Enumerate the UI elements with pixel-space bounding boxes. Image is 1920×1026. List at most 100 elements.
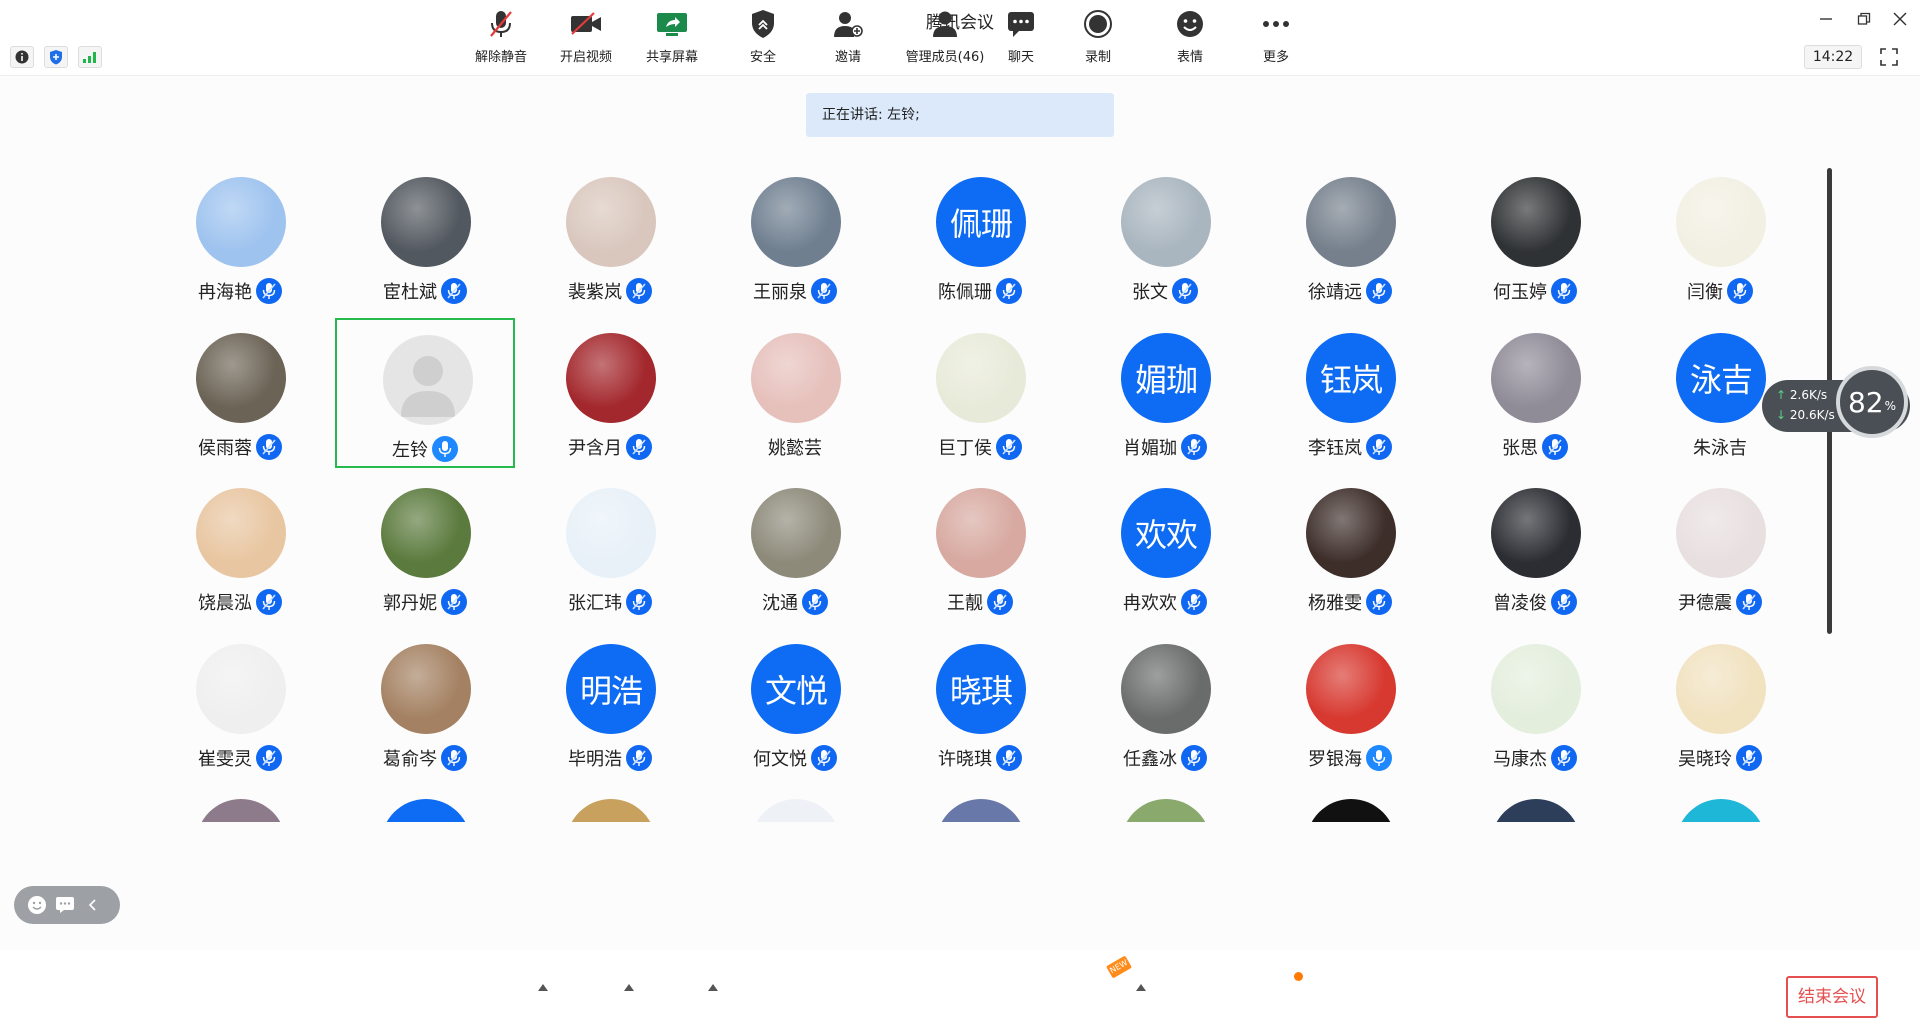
participant-tile[interactable] — [1260, 784, 1440, 822]
video-options-button[interactable] — [622, 980, 636, 994]
chat-button[interactable]: 聊天 — [981, 8, 1061, 72]
participant-tile[interactable]: 媚珈 肖媚珈 — [1075, 318, 1255, 468]
participant-tile[interactable]: 罗银海 — [1260, 629, 1440, 779]
participant-name-row: 许晓琪 — [890, 744, 1070, 771]
participant-tile[interactable]: 宦杜斌 — [335, 162, 515, 312]
mic-muted-icon — [262, 438, 276, 455]
participant-tile[interactable]: 王靓 — [890, 473, 1070, 623]
participant-tile[interactable] — [890, 784, 1070, 822]
participant-tile[interactable]: 佩珊 陈佩珊 — [890, 162, 1070, 312]
participant-tile[interactable]: 葛俞岑 — [335, 629, 515, 779]
participant-tile[interactable] — [1630, 784, 1810, 822]
participant-name-row: 左铃 — [337, 435, 513, 462]
unmute-button[interactable]: 解除静音 — [461, 8, 541, 72]
add-person-icon — [834, 12, 863, 37]
participant-tile[interactable]: 何玉婷 — [1445, 162, 1625, 312]
participant-tile[interactable]: 冉海艳 — [150, 162, 330, 312]
participant-tile[interactable]: 吴晓玲 — [1630, 629, 1810, 779]
participant-name: 左铃 — [392, 439, 428, 461]
participant-mic-status — [1736, 744, 1762, 771]
start-video-button[interactable]: 开启视频 — [546, 8, 626, 72]
participant-name: 罗银海 — [1308, 748, 1362, 770]
participant-name: 沈通 — [762, 593, 798, 614]
participant-tile[interactable] — [335, 784, 515, 822]
default-user-icon — [401, 355, 455, 417]
fullscreen-button[interactable] — [1876, 45, 1902, 69]
security-status-button[interactable] — [44, 46, 68, 68]
participant-name-row: 王靓 — [890, 589, 1070, 615]
avatar — [1676, 177, 1766, 267]
end-meeting-button[interactable]: 结束会议 — [1786, 976, 1878, 1018]
participant-tile[interactable]: 张思 — [1445, 318, 1625, 468]
meeting-info-button[interactable] — [10, 46, 34, 68]
participant-tile[interactable]: 钰岚 李钰岚 — [1260, 318, 1440, 468]
participant-tile[interactable]: 马康杰 — [1445, 629, 1625, 779]
participant-tile[interactable]: 裴紫岚 — [520, 162, 700, 312]
participant-tile[interactable]: 徐靖远 — [1260, 162, 1440, 312]
participant-tile[interactable]: 闫衡 — [1630, 162, 1810, 312]
unmute-label: 解除静音 — [474, 50, 527, 65]
participant-tile[interactable]: 任鑫冰 — [1075, 629, 1255, 779]
avatar-initials: 钰岚 — [1319, 360, 1383, 399]
participant-tile[interactable]: 姚懿芸 — [705, 318, 885, 468]
participant-mic-status — [626, 744, 652, 771]
participant-name-row: 闫衡 — [1630, 278, 1810, 304]
mic-muted-icon — [1557, 749, 1571, 766]
record-options-button[interactable] — [1134, 980, 1148, 994]
participant-tile[interactable]: 文悦 何文悦 — [705, 629, 885, 779]
manage-members-label: 管理成员(46) — [905, 50, 985, 65]
record-label: 录制 — [1084, 50, 1111, 65]
cpu-usage-gauge[interactable]: 82 % — [1836, 366, 1908, 438]
avatar — [1121, 799, 1211, 822]
participant-tile[interactable]: 沈通 — [705, 473, 885, 623]
participant-tile[interactable]: 张文 — [1075, 162, 1255, 312]
participant-tile[interactable]: 杨雅雯 — [1260, 473, 1440, 623]
avatar — [383, 334, 473, 425]
minimize-button[interactable] — [1806, 4, 1846, 34]
emoji-button[interactable] — [26, 894, 48, 916]
participant-tile[interactable]: 尹含月 — [520, 318, 700, 468]
more-button[interactable]: 更多 — [1236, 8, 1316, 72]
participant-tile[interactable]: 明浩 毕明浩 — [520, 629, 700, 779]
restore-button[interactable] — [1844, 4, 1884, 34]
participant-name-row: 李钰岚 — [1260, 433, 1440, 460]
avatar — [196, 488, 286, 578]
record-button[interactable]: 录制 — [1058, 8, 1138, 72]
collapse-button[interactable] — [82, 894, 104, 916]
chat-bubble-button[interactable] — [54, 894, 76, 916]
participant-tile[interactable] — [1445, 784, 1625, 822]
participant-mic-status — [987, 589, 1013, 615]
security-button[interactable]: 安全 — [723, 8, 803, 72]
avatar — [196, 643, 286, 734]
participant-tile[interactable] — [705, 784, 885, 822]
manage-members-button[interactable]: 管理成员(46) — [895, 8, 995, 72]
participant-tile[interactable] — [520, 784, 700, 822]
participant-tile[interactable] — [1075, 784, 1255, 822]
invite-button[interactable]: 邀请 — [808, 8, 888, 72]
share-options-button[interactable] — [706, 980, 720, 994]
participant-tile[interactable]: 欢欢 冉欢欢 — [1075, 473, 1255, 623]
participant-tile[interactable]: 饶晨泓 — [150, 473, 330, 623]
share-screen-button[interactable]: 共享屏幕 — [632, 8, 712, 72]
avatar-initials: 文悦 — [764, 671, 828, 710]
participant-tile[interactable]: 巨丁侯 — [890, 318, 1070, 468]
participant-tile[interactable]: 曾凌俊 — [1445, 473, 1625, 623]
bottom-toolbar — [0, 950, 1920, 1026]
participant-tile[interactable]: 晓琪 许晓琪 — [890, 629, 1070, 779]
caret-up-icon — [538, 983, 548, 991]
participant-tile[interactable]: 侯雨蓉 — [150, 318, 330, 468]
mic-muted-icon — [1002, 749, 1016, 766]
audio-options-button[interactable] — [536, 980, 550, 994]
reactions-button[interactable]: 表情 — [1150, 8, 1230, 72]
participant-tile[interactable]: 张汇玮 — [520, 473, 700, 623]
participant-tile[interactable]: 左铃 — [335, 317, 515, 468]
close-window-button[interactable] — [1880, 4, 1920, 34]
participant-tile[interactable]: 尹德震 — [1630, 473, 1810, 623]
network-status-button[interactable] — [78, 46, 102, 68]
participant-tile[interactable]: 王丽泉 — [705, 162, 885, 312]
participant-tile[interactable]: 郭丹妮 — [335, 473, 515, 623]
participant-name: 葛俞岑 — [383, 748, 437, 770]
participant-name: 裴紫岚 — [568, 282, 622, 303]
participant-tile[interactable] — [150, 784, 330, 822]
participant-tile[interactable]: 崔雯灵 — [150, 629, 330, 779]
